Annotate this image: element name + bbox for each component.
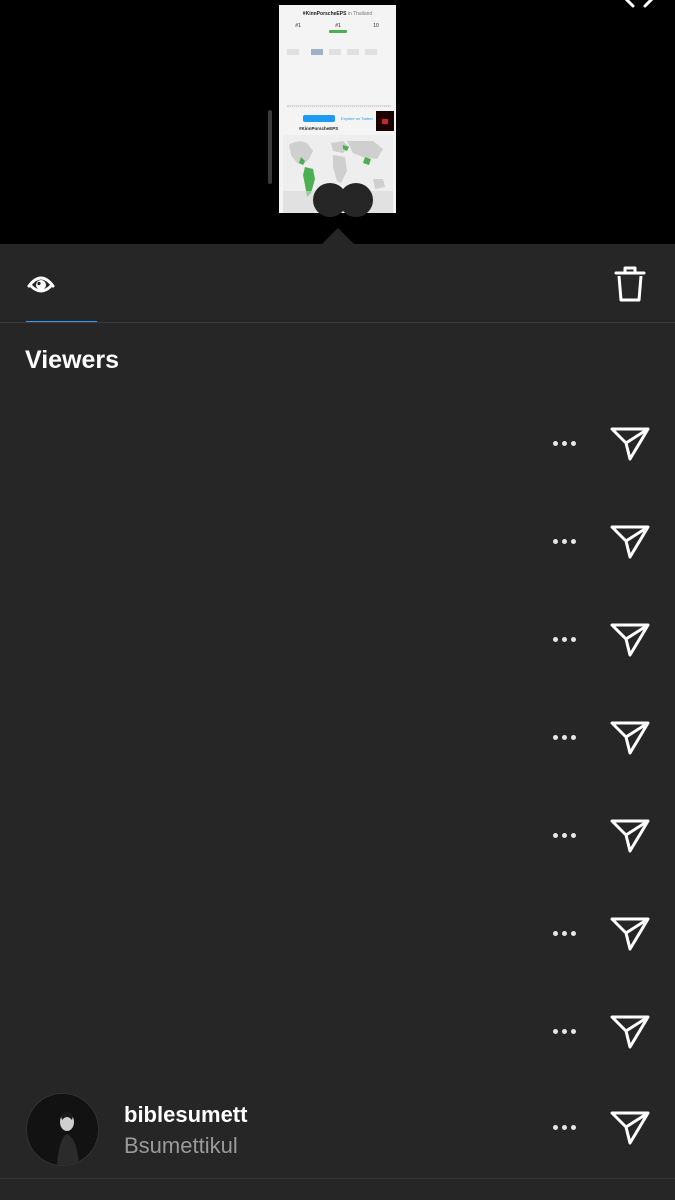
list-bottom-divider (0, 1178, 675, 1179)
send-icon[interactable] (608, 521, 652, 561)
story-preview-area: #KinnPorscheEPS in Thailand #1 #1 10 Exp… (0, 0, 675, 244)
viewer-row[interactable] (0, 885, 675, 983)
story-thumbnail[interactable]: #KinnPorscheEPS in Thailand #1 #1 10 Exp… (279, 5, 396, 213)
avatar-photo (27, 1094, 98, 1165)
thumbnail-chart (287, 61, 391, 106)
send-icon[interactable] (608, 1107, 652, 1147)
viewer-row[interactable] (0, 591, 675, 689)
thumbnail-stat: 10 (373, 23, 379, 29)
send-icon[interactable] (608, 1011, 652, 1051)
thumbnail-axis (287, 106, 391, 109)
send-icon[interactable] (608, 913, 652, 953)
tab-views[interactable] (0, 244, 97, 323)
avatar[interactable] (26, 1093, 99, 1166)
thumbnail-stat: #1 (295, 23, 301, 29)
more-options-icon[interactable] (545, 1109, 585, 1145)
send-icon[interactable] (608, 619, 652, 659)
viewer-username[interactable]: biblesumett (124, 1102, 247, 1128)
more-options-icon[interactable] (545, 1013, 585, 1049)
viewers-heading: Viewers (25, 346, 120, 374)
thumbnail-image (376, 111, 394, 131)
tab-divider (0, 322, 675, 323)
thumbnail-tweet-button (303, 115, 335, 122)
more-options-icon[interactable] (545, 621, 585, 657)
viewer-row[interactable] (0, 689, 675, 787)
thumbnail-map-title: #KinnPorscheEPS (299, 126, 339, 131)
thumbnail-title: #KinnPorscheEPS in Thailand (302, 11, 373, 17)
close-icon[interactable] (617, 0, 657, 8)
more-options-icon[interactable] (545, 523, 585, 559)
previous-story-edge[interactable] (268, 110, 272, 184)
more-options-icon[interactable] (545, 817, 585, 853)
more-options-icon[interactable] (545, 915, 585, 951)
thumbnail-explore-link: Explore on Twitter (341, 116, 373, 121)
viewer-row[interactable] (0, 493, 675, 591)
thumbnail-stats: #1 #1 10 (283, 23, 392, 45)
selection-caret (322, 228, 354, 244)
send-icon[interactable] (608, 815, 652, 855)
overlay-blob (339, 183, 373, 217)
viewer-row[interactable] (0, 983, 675, 1081)
more-options-icon[interactable] (545, 719, 585, 755)
viewer-row[interactable] (0, 787, 675, 885)
thumbnail-stat: #1 (323, 23, 353, 33)
viewer-tabbar (0, 244, 675, 323)
viewer-row[interactable] (0, 395, 675, 493)
send-icon[interactable] (608, 423, 652, 463)
trash-icon[interactable] (612, 264, 648, 304)
viewer-row-biblesumett[interactable]: biblesumett Bsumettikul (0, 1081, 675, 1179)
viewer-list: biblesumett Bsumettikul (0, 395, 675, 1200)
thumbnail-tabs (287, 49, 391, 57)
eye-icon (27, 276, 55, 293)
more-options-icon[interactable] (545, 425, 585, 461)
send-icon[interactable] (608, 717, 652, 757)
viewer-full-name: Bsumettikul (124, 1133, 238, 1158)
